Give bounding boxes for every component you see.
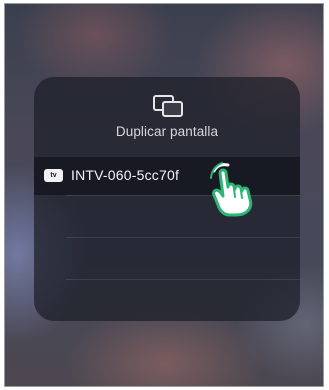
screen-mirroring-panel: Duplicar pantalla tv INTV-060-5cc70f — [34, 77, 300, 321]
panel-title: Duplicar pantalla — [115, 124, 219, 139]
apple-tv-icon: tv — [44, 169, 63, 182]
tap-hand-icon — [210, 162, 253, 217]
apple-tv-badge-label: tv — [50, 172, 57, 179]
screen-mirroring-icon — [153, 95, 183, 117]
list-divider — [66, 237, 300, 238]
screen-frame: Duplicar pantalla tv INTV-060-5cc70f — [4, 3, 324, 387]
list-divider — [66, 279, 300, 280]
panel-header: Duplicar pantalla — [34, 77, 300, 149]
device-name: INTV-060-5cc70f — [71, 167, 180, 183]
